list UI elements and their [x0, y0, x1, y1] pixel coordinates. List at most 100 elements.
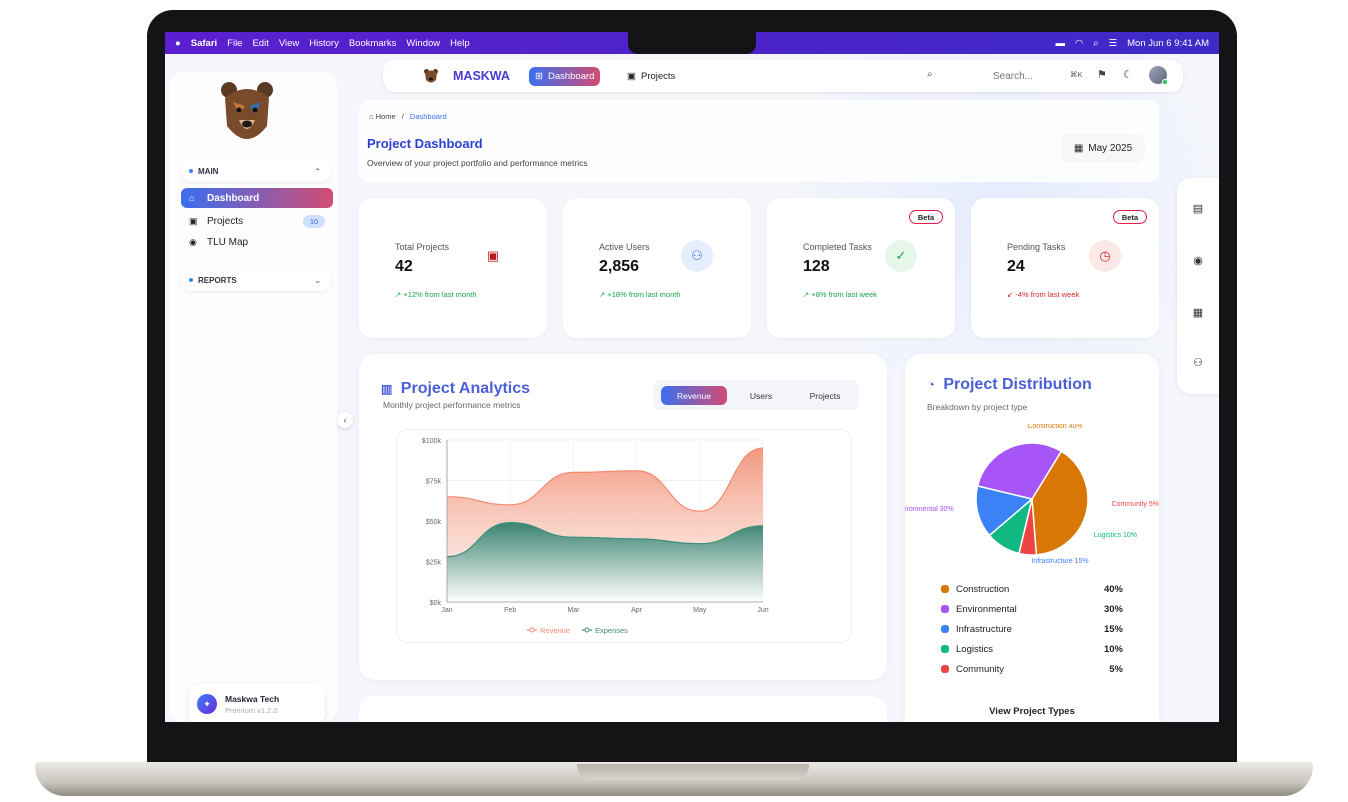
y-tick-label: $50k [426, 519, 442, 526]
legend-pct: 40% [1103, 583, 1123, 595]
stat-label: Completed Tasks [803, 242, 872, 252]
recent-activity-card [359, 696, 887, 722]
y-tick-label: $75k [426, 479, 442, 486]
battery-icon[interactable]: ▬ [1055, 38, 1065, 49]
section-main-toggle[interactable]: MAIN ⌃ [181, 160, 331, 182]
legend-swatch [941, 645, 949, 653]
tab-label: Dashboard [547, 71, 595, 82]
chart-frame: $0k $25k $50k $75k $100k Jan Feb Mar Apr May Jun Re… [397, 430, 851, 642]
stat-trend: ↗ +18% from last month [599, 290, 681, 299]
breadcrumb-separator: / [401, 112, 404, 121]
stat-card-active-users[interactable]: Active Users 2,856 ⚇ ↗ +18% from last mo… [563, 198, 751, 338]
section-reports-toggle[interactable]: REPORTS ⌄ [181, 269, 331, 291]
shortcut-hint: ⌘K [1070, 70, 1083, 79]
calendar-icon[interactable]: ▦ [1190, 306, 1206, 322]
wifi-icon[interactable]: ◠ [1075, 38, 1083, 49]
tab-projects[interactable]: ▣ Projects [621, 67, 681, 86]
section-main-label: MAIN [198, 166, 219, 176]
home-icon: ⌂ [369, 112, 376, 121]
collapse-sidebar-button[interactable]: ‹ [337, 412, 353, 428]
map-pin-icon: ◉ [189, 236, 197, 247]
pie-label-construction: Construction 40% [1027, 424, 1082, 430]
analytics-card: ▥ Project Analytics Monthly project perf… [359, 354, 887, 680]
segment-users[interactable]: Users [733, 386, 789, 405]
search-input[interactable] [993, 67, 1063, 85]
menu-view[interactable]: View [279, 38, 299, 49]
dark-mode-moon-icon[interactable]: ☾ [1123, 68, 1133, 81]
sidebar-item-label: TLU Map [207, 236, 249, 248]
revenue-legend-label: Revenue [540, 626, 570, 635]
page-header: ⌂ Home / Dashboard Project Dashboard Ove… [359, 100, 1159, 182]
brand-name: MASKWA [453, 69, 510, 83]
tab-dashboard[interactable]: ⊞ Dashboard [529, 67, 601, 86]
stat-value: 128 [803, 258, 830, 275]
y-tick-label: $0k [430, 600, 442, 607]
sidebar-item-dashboard[interactable]: ⌂ Dashboard [181, 188, 333, 208]
menu-app-name[interactable]: Safari [191, 38, 217, 49]
apple-menu-icon[interactable]: ● [175, 38, 181, 49]
revenue-area-chart: $0k $25k $50k $75k $100k Jan Feb Mar Apr May Jun Re… [422, 438, 769, 635]
stat-value: 24 [1007, 258, 1025, 275]
menu-edit[interactable]: Edit [252, 38, 268, 49]
menu-file[interactable]: File [227, 38, 242, 49]
segment-revenue[interactable]: Revenue [661, 386, 727, 405]
stat-trend: ↗ +8% from last week [803, 290, 878, 299]
spotlight-icon[interactable]: ⌕ [1093, 38, 1098, 49]
stat-label: Total Projects [395, 242, 450, 252]
menu-history[interactable]: History [309, 38, 339, 49]
page-title: Project Dashboard [367, 136, 483, 151]
menu-window[interactable]: Window [406, 38, 440, 49]
beta-badge: Beta [1113, 210, 1147, 224]
stat-card-completed-tasks[interactable]: Beta Completed Tasks 128 ✓ ↗ +8% from la… [767, 198, 955, 338]
stat-card-total-projects[interactable]: Total Projects 42 ▣ ↗ +12% from last mon… [359, 198, 547, 338]
search-icon[interactable]: ⌕ [927, 69, 933, 80]
expenses-legend-marker [584, 627, 590, 633]
sidebar-item-tlu-map[interactable]: ◉ TLU Map [181, 232, 333, 252]
legend-label: Infrastructure [956, 623, 1012, 635]
home-icon: ⌂ [189, 193, 195, 203]
distribution-title: Project Distribution [943, 376, 1092, 393]
users-icon[interactable]: ⚇ [1190, 356, 1206, 372]
document-icon[interactable]: ▤ [1190, 202, 1206, 218]
company-card[interactable]: ✦ Maskwa Tech Premium v1.2.0 [189, 684, 325, 722]
distribution-title-wrap: ◔ Project Distribution [927, 376, 1092, 394]
date-picker-button[interactable]: ▦ May 2025 [1061, 134, 1145, 162]
avatar[interactable] [1149, 66, 1168, 85]
pie-label-infrastructure: Infrastructure 15% [1031, 558, 1088, 565]
y-tick-label: $100k [422, 438, 442, 445]
stat-label: Pending Tasks [1007, 242, 1066, 252]
control-center-icon[interactable]: ☰ [1109, 38, 1118, 49]
menu-help[interactable]: Help [450, 38, 470, 49]
menubar-clock[interactable]: Mon Jun 6 9:41 AM [1127, 38, 1209, 49]
legend-row-logistics: Logistics 10% [941, 642, 1123, 656]
company-version: Premium v1.2.0 [225, 705, 278, 715]
projects-count-badge: 10 [303, 214, 325, 228]
bar-chart-icon: ▥ [381, 382, 393, 396]
clock-icon: ◷ [1089, 240, 1121, 272]
distribution-card: ◔ Project Distribution Breakdown by proj… [905, 354, 1159, 722]
legend-swatch [941, 625, 949, 633]
stat-card-pending-tasks[interactable]: Beta Pending Tasks 24 ◷ ↙ -4% from last … [971, 198, 1159, 338]
menu-bookmarks[interactable]: Bookmarks [349, 38, 397, 49]
distribution-pie-chart: Construction 40% Community 5% Logistics 10… [905, 424, 1159, 565]
view-project-types-button[interactable]: View Project Types [905, 706, 1159, 717]
x-tick-label: Apr [631, 607, 643, 614]
briefcase-icon: ▣ [486, 248, 500, 263]
date-label: May 2025 [1088, 142, 1133, 154]
briefcase-icon: ▣ [189, 215, 198, 226]
sidebar-item-label: Dashboard [207, 192, 260, 204]
legend-swatch [941, 605, 949, 613]
notification-bell-icon[interactable]: ⚑ [1097, 68, 1107, 81]
pie-label-community: Community 5% [1112, 501, 1159, 508]
map-pin-icon[interactable]: ◉ [1190, 254, 1206, 270]
company-logo-icon: ✦ [197, 694, 217, 714]
brand[interactable]: MASKWA [423, 68, 510, 84]
legend-label: Construction [956, 583, 1010, 595]
analytics-title-wrap: ▥ Project Analytics [381, 380, 530, 398]
sidebar-item-projects[interactable]: ▣ Projects 10 [181, 211, 333, 231]
section-dot [189, 278, 193, 282]
bear-logo-icon [221, 82, 273, 139]
breadcrumb-home[interactable]: Home [376, 112, 396, 121]
segment-projects[interactable]: Projects [795, 386, 855, 405]
x-tick-label: Feb [504, 607, 516, 614]
